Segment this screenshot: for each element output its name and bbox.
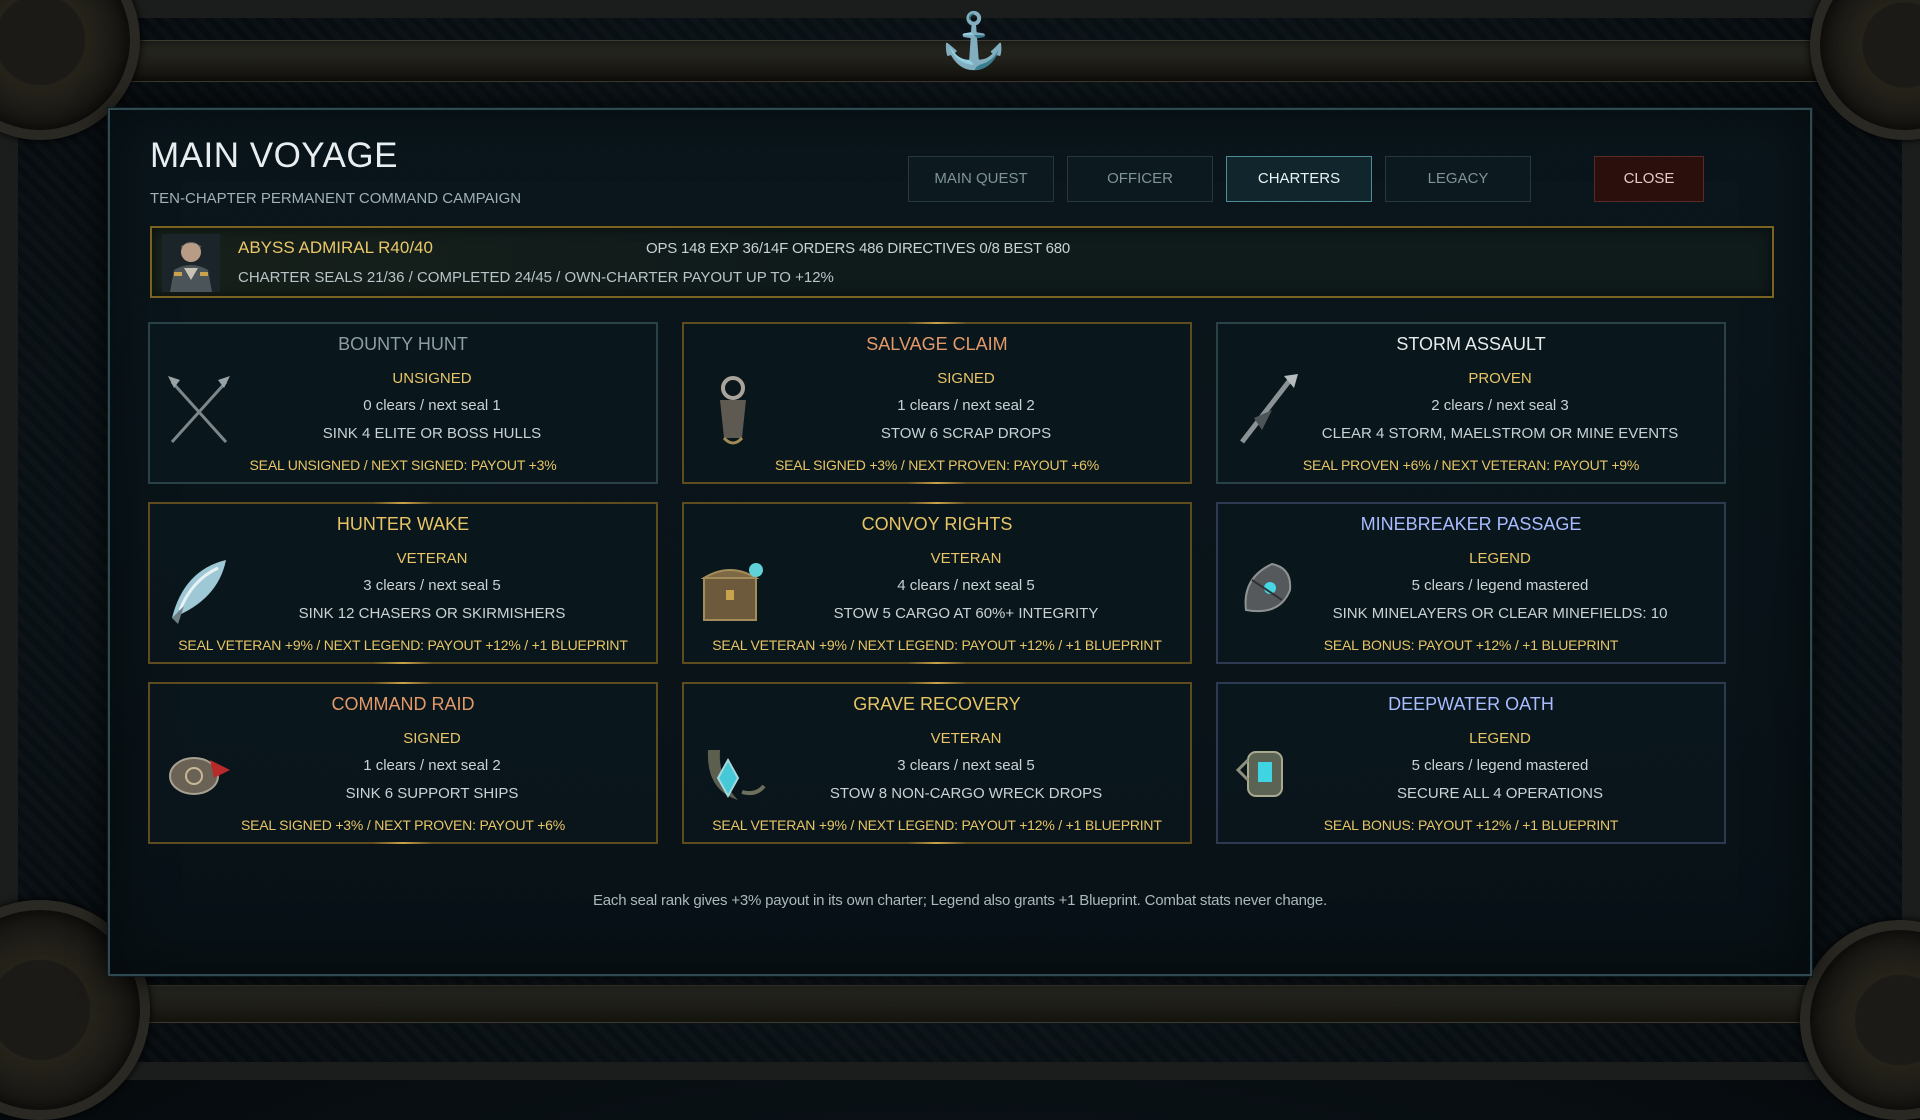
- charter-card-convoy-rights[interactable]: CONVOY RIGHTS VETERAN 4 clears / next se…: [682, 502, 1192, 664]
- charter-card-minebreaker-passage[interactable]: MINEBREAKER PASSAGE LEGEND 5 clears / le…: [1216, 502, 1726, 664]
- charter-card-bounty-hunt[interactable]: BOUNTY HUNT UNSIGNED 0 clears / next sea…: [148, 322, 658, 484]
- card-seal-bonus: SEAL SIGNED +3% / NEXT PROVEN: PAYOUT +6…: [240, 817, 566, 833]
- card-clears: 5 clears / legend mastered: [1411, 757, 1589, 774]
- card-goal: SINK 12 CHASERS OR SKIRMISHERS: [298, 605, 566, 622]
- charter-card-storm-assault[interactable]: STORM ASSAULT PROVEN 2 clears / next sea…: [1216, 322, 1726, 484]
- card-clears: 3 clears / next seal 5: [363, 577, 501, 594]
- card-title: STORM ASSAULT: [1396, 334, 1546, 354]
- card-glint: [373, 502, 433, 504]
- card-title: HUNTER WAKE: [336, 514, 470, 534]
- card-rank: VETERAN: [930, 730, 1002, 747]
- card-seal-bonus: SEAL BONUS: PAYOUT +12% / +1 BLUEPRINT: [1323, 817, 1619, 833]
- close-button[interactable]: CLOSE: [1594, 156, 1704, 202]
- admiral-stats: OPS 148 EXP 36/14F ORDERS 486 DIRECTIVES…: [646, 240, 1071, 257]
- charter-card-deepwater-oath[interactable]: DEEPWATER OATH LEGEND 5 clears / legend …: [1216, 682, 1726, 844]
- card-goal: STOW 6 SCRAP DROPS: [880, 425, 1052, 442]
- card-glint: [907, 662, 967, 664]
- admiral-summary: ABYSS ADMIRAL R40/40 OPS 148 EXP 36/14F …: [150, 226, 1774, 298]
- frame-bottom-bar: [80, 985, 1842, 1023]
- card-rank: LEGEND: [1469, 730, 1531, 747]
- card-clears: 1 clears / next seal 2: [363, 757, 501, 774]
- card-seal-bonus: SEAL VETERAN +9% / NEXT LEGEND: PAYOUT +…: [178, 637, 628, 653]
- charters-panel: MAIN VOYAGE TEN-CHAPTER PERMANENT COMMAN…: [108, 108, 1812, 976]
- charter-card-hunter-wake[interactable]: HUNTER WAKE VETERAN 3 clears / next seal…: [148, 502, 658, 664]
- card-title: CONVOY RIGHTS: [861, 514, 1013, 534]
- card-clears: 2 clears / next seal 3: [1431, 397, 1569, 414]
- card-glint: [907, 842, 967, 844]
- card-glint: [373, 662, 433, 664]
- card-seal-bonus: SEAL UNSIGNED / NEXT SIGNED: PAYOUT +3%: [249, 457, 557, 473]
- card-seal-bonus: SEAL PROVEN +6% / NEXT VETERAN: PAYOUT +…: [1302, 457, 1640, 473]
- charter-card-grave-recovery[interactable]: GRAVE RECOVERY VETERAN 3 clears / next s…: [682, 682, 1192, 844]
- charter-progress: CHARTER SEALS 21/36 / COMPLETED 24/45 / …: [238, 269, 834, 286]
- admiral-rank: ABYSS ADMIRAL R40/40: [238, 238, 433, 257]
- admiral-portrait-icon: [162, 234, 220, 292]
- card-goal: SECURE ALL 4 OPERATIONS: [1397, 785, 1603, 802]
- card-seal-bonus: SEAL BONUS: PAYOUT +12% / +1 BLUEPRINT: [1323, 637, 1619, 653]
- tab-charters[interactable]: CHARTERS: [1226, 156, 1372, 202]
- card-rank: SIGNED: [403, 730, 461, 747]
- card-title: COMMAND RAID: [331, 694, 475, 714]
- card-title: SALVAGE CLAIM: [866, 334, 1008, 354]
- tab-main-quest[interactable]: MAIN QUEST: [908, 156, 1054, 202]
- card-title: MINEBREAKER PASSAGE: [1360, 514, 1582, 534]
- card-rank: UNSIGNED: [392, 370, 472, 387]
- footer-note: Each seal rank gives +3% payout in its o…: [592, 892, 1328, 909]
- card-rank: VETERAN: [396, 550, 468, 567]
- card-glint: [907, 682, 967, 684]
- tab-legacy[interactable]: LEGACY: [1385, 156, 1531, 202]
- page-subtitle: TEN-CHAPTER PERMANENT COMMAND CAMPAIGN: [150, 190, 522, 207]
- card-goal: SINK 4 ELITE OR BOSS HULLS: [322, 425, 542, 442]
- anchor-icon: ⚓: [940, 11, 1008, 71]
- card-glint: [907, 322, 967, 324]
- card-clears: 3 clears / next seal 5: [897, 757, 1035, 774]
- card-goal: STOW 5 CARGO AT 60%+ INTEGRITY: [833, 605, 1099, 622]
- card-rank: PROVEN: [1468, 370, 1532, 387]
- page-title: MAIN VOYAGE: [150, 136, 398, 175]
- card-glint: [907, 502, 967, 504]
- card-title: GRAVE RECOVERY: [853, 694, 1021, 714]
- card-goal: STOW 8 NON-CARGO WRECK DROPS: [829, 785, 1103, 802]
- card-seal-bonus: SEAL VETERAN +9% / NEXT LEGEND: PAYOUT +…: [712, 817, 1162, 833]
- charter-card-salvage-claim[interactable]: SALVAGE CLAIM SIGNED 1 clears / next sea…: [682, 322, 1192, 484]
- card-rank: LEGEND: [1469, 550, 1531, 567]
- card-goal: CLEAR 4 STORM, MAELSTROM OR MINE EVENTS: [1321, 425, 1679, 442]
- card-seal-bonus: SEAL SIGNED +3% / NEXT PROVEN: PAYOUT +6…: [774, 457, 1100, 473]
- card-glint: [907, 482, 967, 484]
- card-goal: SINK 6 SUPPORT SHIPS: [345, 785, 519, 802]
- card-rank: SIGNED: [937, 370, 995, 387]
- card-clears: 5 clears / legend mastered: [1411, 577, 1589, 594]
- tab-officer[interactable]: OFFICER: [1067, 156, 1213, 202]
- charter-card-command-raid[interactable]: COMMAND RAID SIGNED 1 clears / next seal…: [148, 682, 658, 844]
- card-clears: 1 clears / next seal 2: [897, 397, 1035, 414]
- card-rank: VETERAN: [930, 550, 1002, 567]
- card-glint: [373, 682, 433, 684]
- card-title: BOUNTY HUNT: [338, 334, 468, 354]
- card-title: DEEPWATER OATH: [1388, 694, 1554, 714]
- card-clears: 0 clears / next seal 1: [363, 397, 501, 414]
- card-goal: SINK MINELAYERS OR CLEAR MINEFIELDS: 10: [1332, 605, 1668, 622]
- card-seal-bonus: SEAL VETERAN +9% / NEXT LEGEND: PAYOUT +…: [712, 637, 1162, 653]
- card-glint: [373, 842, 433, 844]
- card-clears: 4 clears / next seal 5: [897, 577, 1035, 594]
